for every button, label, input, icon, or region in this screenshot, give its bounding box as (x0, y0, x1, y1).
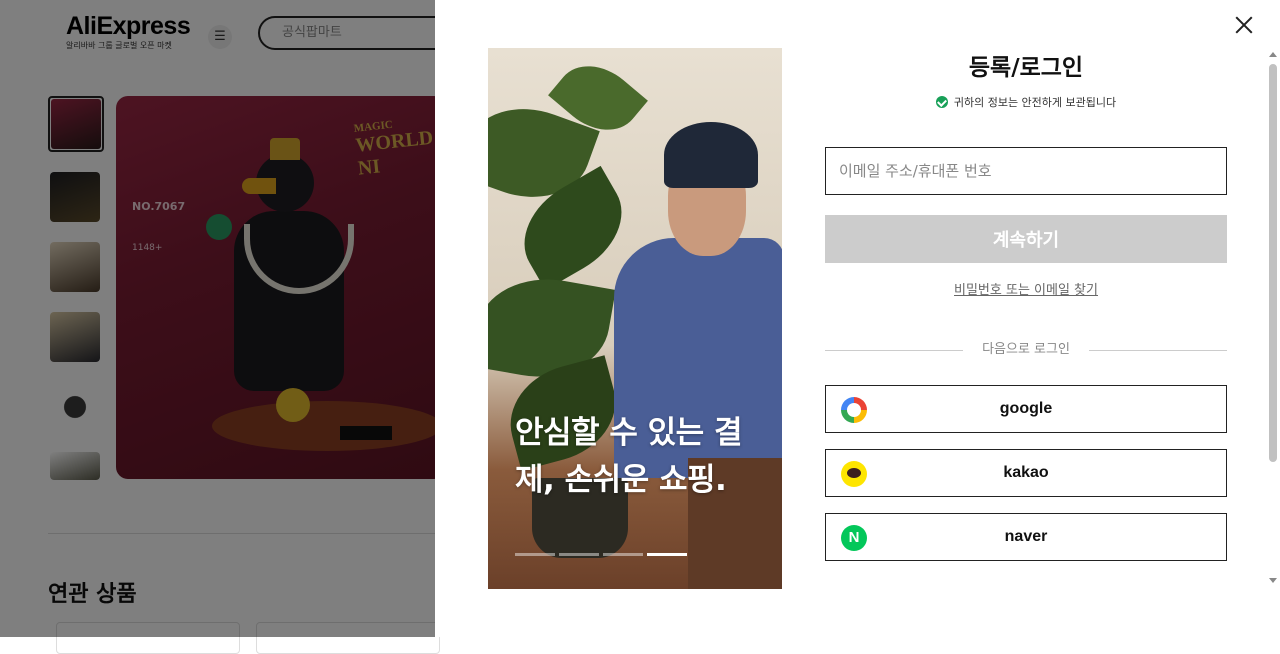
promo-banner: 안심할 수 있는 결제, 손쉬운 쇼핑. (488, 48, 782, 589)
scroll-down-icon[interactable] (1269, 578, 1277, 583)
carousel-dot[interactable] (603, 553, 643, 556)
naver-label: naver (1004, 528, 1048, 545)
forgot-password-link[interactable]: 비밀번호 또는 이메일 찾기 (825, 279, 1227, 298)
carousel-dot-active[interactable] (647, 553, 687, 556)
google-label: google (999, 400, 1053, 417)
close-icon[interactable] (1233, 14, 1255, 36)
continue-button[interactable]: 계속하기 (825, 215, 1227, 263)
security-note-text: 귀하의 정보는 안전하게 보관됩니다 (953, 96, 1117, 109)
scrollbar-thumb[interactable] (1269, 64, 1277, 462)
kakao-login-button[interactable]: kakao (825, 449, 1227, 497)
person-hat (664, 122, 758, 188)
kakao-label: kakao (1003, 464, 1049, 481)
security-note: 귀하의 정보는 안전하게 보관됩니다 (825, 94, 1227, 110)
drawer-scrollbar[interactable] (1266, 48, 1280, 588)
carousel-indicators (515, 553, 687, 556)
scroll-up-icon[interactable] (1269, 52, 1277, 57)
email-phone-input[interactable] (825, 147, 1227, 195)
divider-line-right (1089, 350, 1227, 351)
carousel-dot[interactable] (559, 553, 599, 556)
google-login-button[interactable]: google (825, 385, 1227, 433)
carousel-dot[interactable] (515, 553, 555, 556)
naver-login-button[interactable]: N naver (825, 513, 1227, 561)
login-title: 등록/로그인 (968, 55, 1084, 81)
social-divider: 다음으로 로그인 (825, 340, 1227, 360)
login-drawer: 안심할 수 있는 결제, 손쉬운 쇼핑. 등록/로그인 귀하의 정보는 안전하게… (435, 0, 1280, 637)
shield-check-icon (935, 96, 948, 108)
banner-text: 안심할 수 있는 결제, 손쉬운 쇼핑. (515, 415, 743, 498)
